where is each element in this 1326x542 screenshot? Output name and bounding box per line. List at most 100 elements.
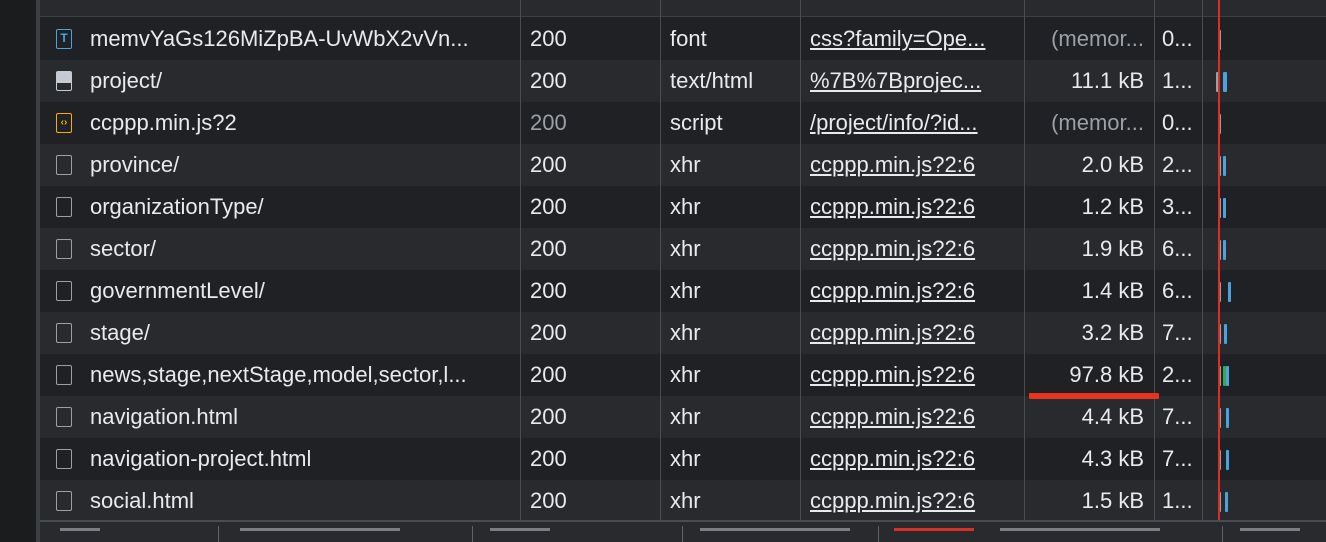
- column-divider[interactable]: [800, 0, 801, 520]
- request-initiator[interactable]: ccppp.min.js?2:6: [810, 228, 1020, 270]
- request-status: 200: [530, 236, 567, 261]
- request-type: xhr: [670, 194, 701, 219]
- request-size: 2.0 kB: [1081, 152, 1144, 177]
- request-size: 11.1 kB: [1071, 68, 1144, 93]
- request-name: project/: [90, 68, 163, 93]
- request-type: font: [670, 26, 707, 51]
- request-status: 200: [530, 488, 567, 513]
- request-time: 3...: [1162, 194, 1193, 219]
- request-size: 97.8 kB: [1069, 362, 1144, 387]
- waterfall-bar: [1226, 366, 1229, 386]
- request-initiator[interactable]: ccppp.min.js?2:6: [810, 396, 1020, 438]
- devtools-network-panel: TmemvYaGs126MiZpBA-UvWbX2vVn... 200 font cs…: [0, 0, 1326, 542]
- waterfall-bar: [1223, 156, 1226, 176]
- summary-fragment: [700, 528, 850, 542]
- column-divider[interactable]: [1024, 0, 1025, 520]
- summary-separator: [878, 526, 879, 542]
- request-size: (memor...: [1051, 110, 1144, 135]
- summary-fragment: [490, 528, 550, 542]
- summary-fragment: [894, 528, 974, 542]
- request-name: ccppp.min.js?2: [90, 110, 237, 135]
- request-type: xhr: [670, 152, 701, 177]
- request-time: 7...: [1162, 404, 1193, 429]
- request-initiator[interactable]: ccppp.min.js?2:6: [810, 312, 1020, 354]
- blank-file-icon: [56, 323, 72, 343]
- request-initiator[interactable]: %7B%7Bprojec...: [810, 60, 1020, 102]
- request-initiator[interactable]: css?family=Ope...: [810, 18, 1020, 60]
- column-divider[interactable]: [660, 0, 661, 520]
- request-row[interactable]: ‹› ccppp.min.js?2 200 script/project/info/?…: [40, 102, 1326, 144]
- request-size: 1.4 kB: [1081, 278, 1144, 303]
- blank-file-icon: [56, 449, 72, 469]
- request-row[interactable]: navigation-project.html 200 xhr ccppp.min.j…: [40, 438, 1326, 480]
- summary-separator: [682, 526, 683, 542]
- request-initiator[interactable]: /project/info/?id...: [810, 102, 1020, 144]
- request-time: 0...: [1162, 110, 1193, 135]
- request-size: 4.3 kB: [1081, 446, 1144, 471]
- waterfall-bar: [1223, 240, 1226, 260]
- request-size: 4.4 kB: [1081, 404, 1144, 429]
- network-request-table[interactable]: TmemvYaGs126MiZpBA-UvWbX2vVn... 200 font cs…: [40, 0, 1326, 522]
- request-type: xhr: [670, 488, 701, 513]
- summary-separator: [218, 526, 219, 542]
- document-icon: [56, 71, 72, 91]
- summary-fragment: [1240, 528, 1300, 542]
- column-divider[interactable]: [1202, 0, 1203, 520]
- request-row[interactable]: governmentLevel/200 xhr ccppp.min.js?2:6 1.…: [40, 270, 1326, 312]
- blank-file-icon: [56, 491, 72, 511]
- request-status: 200: [530, 152, 567, 177]
- blank-file-icon: [56, 239, 72, 259]
- summary-separator: [472, 526, 473, 542]
- request-size: 3.2 kB: [1081, 320, 1144, 345]
- request-name: governmentLevel/: [90, 278, 265, 303]
- left-sidebar-strip: [0, 0, 36, 542]
- request-name: navigation-project.html: [90, 446, 312, 471]
- request-initiator[interactable]: ccppp.min.js?2:6: [810, 354, 1020, 396]
- blank-file-icon: [56, 155, 72, 175]
- request-row[interactable]: province/200 xhr ccppp.min.js?2:6 2.0 kB 2..…: [40, 144, 1326, 186]
- request-time: 1...: [1162, 488, 1193, 513]
- blank-file-icon: [56, 365, 72, 385]
- request-type: text/html: [670, 68, 754, 93]
- request-initiator[interactable]: ccppp.min.js?2:6: [810, 270, 1020, 312]
- request-name: memvYaGs126MiZpBA-UvWbX2vVn...: [90, 26, 469, 51]
- request-type: xhr: [670, 236, 701, 261]
- request-status: 200: [530, 110, 567, 135]
- request-type: xhr: [670, 404, 701, 429]
- request-name: news,stage,nextStage,model,sector,l...: [90, 362, 467, 387]
- summary-fragment: [60, 528, 100, 542]
- request-status: 200: [530, 446, 567, 471]
- request-name: stage/: [90, 320, 150, 345]
- script-file-icon: ‹›: [56, 113, 72, 133]
- request-row[interactable]: stage/200 xhr ccppp.min.js?2:6 3.2 kB 7...: [40, 312, 1326, 354]
- request-type: xhr: [670, 446, 701, 471]
- request-size: 1.9 kB: [1081, 236, 1144, 261]
- request-type: xhr: [670, 362, 701, 387]
- request-row[interactable]: organizationType/200 xhr ccppp.min.js?2:6 1…: [40, 186, 1326, 228]
- request-status: 200: [530, 68, 567, 93]
- request-name: navigation.html: [90, 404, 238, 429]
- request-row[interactable]: sector/200 xhr ccppp.min.js?2:6 1.9 kB 6...: [40, 228, 1326, 270]
- request-time: 2...: [1162, 152, 1193, 177]
- request-status: 200: [530, 362, 567, 387]
- load-event-line: [1218, 0, 1220, 520]
- request-row[interactable]: social.html 200 xhr ccppp.min.js?2:6 1.5 kB 1…: [40, 480, 1326, 522]
- request-status: 200: [530, 194, 567, 219]
- request-row[interactable]: navigation.html 200 xhr ccppp.min.js?2:6 4.4…: [40, 396, 1326, 438]
- request-initiator[interactable]: ccppp.min.js?2:6: [810, 480, 1020, 522]
- request-row[interactable]: news,stage,nextStage,model,sector,l... 20…: [40, 354, 1326, 396]
- request-row[interactable]: TmemvYaGs126MiZpBA-UvWbX2vVn... 200 font cs…: [40, 18, 1326, 60]
- column-divider[interactable]: [520, 0, 521, 520]
- request-initiator[interactable]: ccppp.min.js?2:6: [810, 144, 1020, 186]
- request-row[interactable]: project/200 text/html %7B%7Bprojec... 11.1 …: [40, 60, 1326, 102]
- request-status: 200: [530, 278, 567, 303]
- request-initiator[interactable]: ccppp.min.js?2:6: [810, 438, 1020, 480]
- request-status: 200: [530, 26, 567, 51]
- request-name: organizationType/: [90, 194, 264, 219]
- network-summary-bar: [40, 520, 1326, 542]
- column-divider[interactable]: [1154, 0, 1155, 520]
- request-initiator[interactable]: ccppp.min.js?2:6: [810, 186, 1020, 228]
- annotation-underline-mark: [1029, 393, 1159, 399]
- request-time: 1...: [1162, 68, 1193, 93]
- waterfall-bar: [1226, 450, 1229, 470]
